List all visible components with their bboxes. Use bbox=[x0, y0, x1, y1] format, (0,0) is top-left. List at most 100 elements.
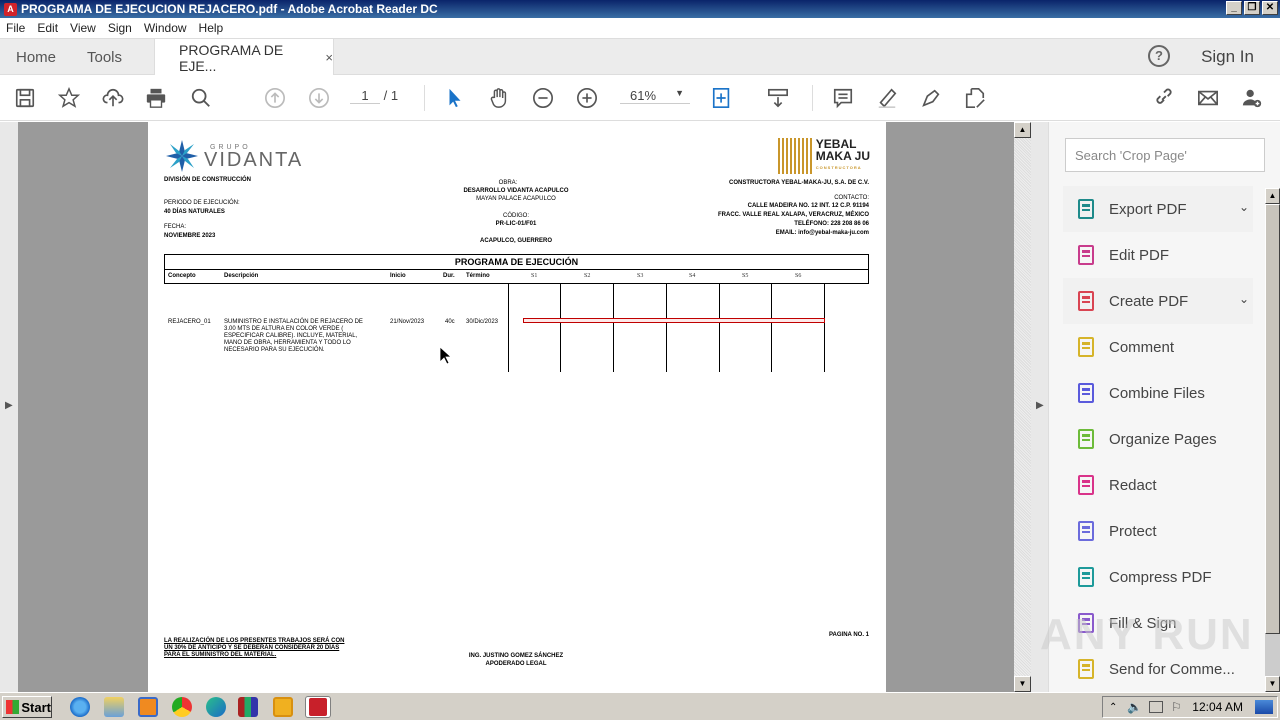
toolbar-divider bbox=[424, 85, 425, 111]
chevron-down-icon: ▼ bbox=[675, 88, 684, 98]
vidanta-star-icon bbox=[164, 138, 200, 174]
fit-page-icon[interactable] bbox=[710, 86, 734, 110]
menu-window[interactable]: Window bbox=[138, 21, 193, 35]
phone-text: TELÉFONO: 228 208 86 06 bbox=[794, 221, 869, 227]
document-scrollbar[interactable]: ▲ ▼ bbox=[1014, 122, 1031, 692]
tool-redact[interactable]: Redact bbox=[1063, 462, 1253, 508]
tab-document[interactable]: PROGRAMA DE EJE... × bbox=[154, 39, 334, 76]
media-player-icon[interactable] bbox=[138, 697, 158, 717]
chevron-down-icon[interactable]: ⌄ bbox=[1239, 200, 1249, 214]
save-icon[interactable] bbox=[13, 86, 37, 110]
col-descripcion: Descripción bbox=[224, 273, 259, 279]
week-gridline bbox=[508, 283, 509, 372]
codigo-value: PR-LIC-01/F01 bbox=[495, 221, 537, 227]
show-hidden-icons[interactable]: ⌃ bbox=[1109, 702, 1117, 713]
tool-compress-pdf[interactable]: Compress PDF bbox=[1063, 554, 1253, 600]
taskbar: Start ⌃ 🔈 ⚐ 12:04 AM bbox=[0, 692, 1280, 720]
acrobat-taskbar-button[interactable] bbox=[305, 696, 331, 718]
acrobat-app-icon: A bbox=[4, 2, 17, 16]
col-concepto: Concepto bbox=[168, 273, 196, 279]
select-cursor-icon[interactable] bbox=[443, 86, 467, 110]
tab-tools[interactable]: Tools bbox=[87, 39, 122, 75]
scrolling-mode-icon[interactable] bbox=[766, 86, 790, 110]
restore-button[interactable]: ❐ bbox=[1244, 1, 1260, 15]
toolbar-divider bbox=[812, 85, 813, 111]
tool-comment[interactable]: Comment bbox=[1063, 324, 1253, 370]
minimize-button[interactable]: _ bbox=[1226, 1, 1242, 15]
scroll-up-button[interactable]: ▲ bbox=[1014, 122, 1031, 138]
internet-explorer-icon[interactable] bbox=[70, 697, 90, 717]
schedule-title: PROGRAMA DE EJECUCIÓN bbox=[165, 255, 868, 270]
tool-organize-pages[interactable]: Organize Pages bbox=[1063, 416, 1253, 462]
tools-scroll-thumb[interactable] bbox=[1265, 204, 1280, 634]
yebal-line2: MAKA JU bbox=[815, 149, 870, 163]
next-page-icon[interactable] bbox=[307, 86, 331, 110]
page-number-input[interactable]: 1 bbox=[350, 88, 380, 104]
print-icon[interactable] bbox=[144, 86, 168, 110]
toolbar: 1 / 1 61% ▼ bbox=[0, 75, 1280, 121]
start-button[interactable]: Start bbox=[2, 696, 52, 718]
left-panel-toggle[interactable]: ▶ bbox=[0, 122, 18, 692]
network-icon[interactable] bbox=[1149, 701, 1163, 713]
tools-scroll-up[interactable]: ▲ bbox=[1265, 188, 1280, 204]
company-name: CONSTRUCTORA YEBAL-MAKA-JU, S.A. DE C.V. bbox=[728, 180, 869, 186]
chevron-down-icon[interactable]: ⌄ bbox=[1239, 292, 1249, 306]
edge-icon[interactable] bbox=[206, 697, 226, 717]
show-desktop-icon[interactable] bbox=[1255, 700, 1273, 714]
tools-scroll-down[interactable]: ▼ bbox=[1265, 676, 1280, 692]
upload-cloud-icon[interactable] bbox=[101, 86, 125, 110]
organize-pages-icon bbox=[1075, 427, 1099, 451]
winrar-icon[interactable] bbox=[238, 697, 258, 717]
tool-edit-pdf[interactable]: Edit PDF bbox=[1063, 232, 1253, 278]
acrobat-taskbar-icon bbox=[309, 698, 327, 716]
tool-protect[interactable]: Protect bbox=[1063, 508, 1253, 554]
close-window-button[interactable]: ✕ bbox=[1262, 1, 1278, 15]
menu-help[interactable]: Help bbox=[193, 21, 230, 35]
menu-sign[interactable]: Sign bbox=[102, 21, 138, 35]
comment-icon[interactable] bbox=[831, 86, 855, 110]
zoom-out-icon[interactable] bbox=[531, 86, 555, 110]
tool-combine-files[interactable]: Combine Files bbox=[1063, 370, 1253, 416]
expand-right-icon: ▶ bbox=[1036, 400, 1044, 411]
tool-label: Send for Comme... bbox=[1109, 660, 1235, 678]
edit-document-icon[interactable] bbox=[963, 86, 987, 110]
volume-icon[interactable]: 🔈 bbox=[1127, 700, 1142, 714]
scroll-down-button[interactable]: ▼ bbox=[1014, 676, 1031, 692]
sign-in-button[interactable]: Sign In bbox=[1201, 47, 1254, 67]
chrome-icon[interactable] bbox=[172, 697, 192, 717]
add-user-icon[interactable] bbox=[1240, 86, 1264, 110]
close-tab-icon[interactable]: × bbox=[325, 50, 333, 65]
menu-view[interactable]: View bbox=[64, 21, 102, 35]
yebal-mark-icon bbox=[777, 138, 812, 174]
footer-note-3: PARA EL SUMINISTRO DEL MATERIAL. bbox=[164, 652, 277, 658]
share-link-icon[interactable] bbox=[1152, 86, 1176, 110]
sign-pen-icon[interactable] bbox=[919, 86, 943, 110]
zoom-in-icon[interactable] bbox=[575, 86, 599, 110]
email-icon[interactable] bbox=[1196, 86, 1220, 110]
outlook-icon[interactable] bbox=[273, 697, 293, 717]
week-gridline bbox=[560, 283, 561, 372]
help-icon[interactable]: ? bbox=[1148, 45, 1170, 67]
row-descripcion-1: SUMINISTRO E INSTALACIÓN DE REJACERO DE bbox=[224, 319, 363, 325]
tool-create-pdf[interactable]: Create PDF ⌄ bbox=[1063, 278, 1253, 324]
tool-export-pdf[interactable]: Export PDF ⌄ bbox=[1063, 186, 1253, 232]
zoom-level-select[interactable]: 61% ▼ bbox=[620, 88, 690, 104]
action-center-flag-icon[interactable]: ⚐ bbox=[1171, 700, 1182, 714]
menu-file[interactable]: File bbox=[0, 21, 31, 35]
combine-files-icon bbox=[1075, 381, 1099, 405]
bookmark-star-icon[interactable] bbox=[57, 86, 81, 110]
hand-tool-icon[interactable] bbox=[487, 86, 511, 110]
previous-page-icon[interactable] bbox=[263, 86, 287, 110]
find-zoom-icon[interactable] bbox=[189, 86, 213, 110]
menu-edit[interactable]: Edit bbox=[31, 21, 64, 35]
tool-search-input[interactable]: Search 'Crop Page' bbox=[1065, 138, 1265, 172]
anyrun-watermark: ANY RUN bbox=[1040, 610, 1254, 659]
tab-home[interactable]: Home bbox=[16, 39, 56, 75]
tab-bar: Home Tools PROGRAMA DE EJE... × ? Sign I… bbox=[0, 38, 1280, 76]
tool-label: Create PDF bbox=[1109, 292, 1189, 310]
send-for-comment-icon bbox=[1075, 657, 1099, 681]
right-panel-toggle[interactable]: ▶ bbox=[1031, 122, 1048, 692]
highlight-icon[interactable] bbox=[875, 86, 899, 110]
file-explorer-icon[interactable] bbox=[104, 697, 124, 717]
tools-scrollbar[interactable]: ▲ ▼ bbox=[1265, 188, 1280, 692]
